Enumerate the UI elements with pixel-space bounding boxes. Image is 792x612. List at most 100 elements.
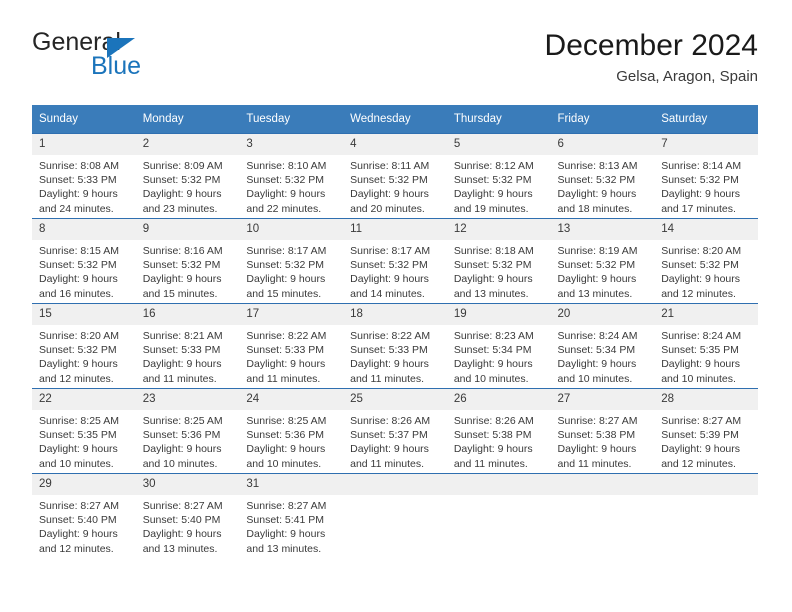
sunrise-text: Sunrise: 8:27 AM	[39, 500, 119, 512]
calendar-day-cell[interactable]: 7 Sunrise: 8:14 AM Sunset: 5:32 PM Daylight…	[654, 133, 758, 219]
calendar-day-cell[interactable]: 8 Sunrise: 8:15 AM Sunset: 5:32 PM Daylight…	[32, 218, 136, 304]
calendar-day-cell[interactable]: 25 Sunrise: 8:26 AM Sunset: 5:37 PM Dayligh…	[343, 388, 447, 474]
daylight-text-line1: Daylight: 9 hours	[557, 188, 637, 201]
calendar-day-cell[interactable]: 3 Sunrise: 8:10 AM Sunset: 5:32 PM Daylight…	[239, 133, 344, 219]
calendar-day-cell[interactable]: 28 Sunrise: 8:27 AM Sunset: 5:39 PM Dayligh…	[654, 388, 758, 474]
daylight-text-line1: Daylight: 9 hours	[39, 528, 118, 541]
sunset-text: Sunset: 5:33 PM	[246, 344, 325, 357]
calendar-day-cell[interactable]: 18 Sunrise: 8:22 AM Sunset: 5:33 PM Dayligh…	[343, 303, 447, 389]
day-number: 3	[239, 134, 344, 155]
calendar-day-cell[interactable]: 1 Sunrise: 8:08 AM Sunset: 5:33 PM Daylight…	[32, 133, 136, 219]
day-number: 16	[135, 304, 240, 325]
day-number: 29	[32, 474, 136, 495]
calendar-day-cell[interactable]: 6 Sunrise: 8:13 AM Sunset: 5:32 PM Daylight…	[550, 133, 655, 219]
sunrise-text: Sunrise: 8:12 AM	[453, 160, 534, 172]
sunrise-text: Sunrise: 8:27 AM	[142, 500, 223, 512]
day-number: 7	[654, 134, 758, 155]
day-details: Sunrise: 8:25 AM Sunset: 5:35 PM Daylight:…	[32, 410, 136, 471]
sunrise-text: Sunrise: 8:27 AM	[557, 415, 638, 427]
calendar-day-cell[interactable]: 24 Sunrise: 8:25 AM Sunset: 5:36 PM Dayligh…	[239, 388, 344, 474]
daylight-text-line2: and 12 minutes.	[661, 287, 736, 300]
sunrise-text: Sunrise: 8:22 AM	[246, 330, 327, 342]
daylight-text-line1: Daylight: 9 hours	[453, 273, 533, 286]
sunset-text: Sunset: 5:36 PM	[246, 429, 325, 442]
sunrise-text: Sunrise: 8:17 AM	[350, 245, 431, 257]
day-number	[550, 474, 655, 495]
calendar-day-cell[interactable]: 4 Sunrise: 8:11 AM Sunset: 5:32 PM Daylight…	[343, 133, 447, 219]
weekday-header-wednesday: Wednesday	[343, 105, 447, 134]
day-details: Sunrise: 8:27 AM Sunset: 5:41 PM Daylight:…	[239, 495, 343, 556]
daylight-text-line2: and 22 minutes.	[246, 202, 322, 215]
day-details: Sunrise: 8:23 AM Sunset: 5:34 PM Daylight:…	[447, 325, 551, 386]
daylight-text-line2: and 13 minutes.	[453, 287, 529, 300]
daylight-text-line2: and 10 minutes.	[453, 372, 529, 385]
day-number: 31	[239, 474, 344, 495]
calendar-day-cell[interactable]: 31 Sunrise: 8:27 AM Sunset: 5:41 PM Dayligh…	[239, 473, 344, 558]
day-details	[343, 495, 447, 499]
daylight-text-line1: Daylight: 9 hours	[350, 443, 429, 456]
day-details: Sunrise: 8:13 AM Sunset: 5:32 PM Daylight:…	[551, 155, 655, 216]
day-details: Sunrise: 8:21 AM Sunset: 5:33 PM Daylight:…	[136, 325, 240, 386]
calendar-day-cell[interactable]: 23 Sunrise: 8:25 AM Sunset: 5:36 PM Dayligh…	[135, 388, 240, 474]
daylight-text-line2: and 15 minutes.	[142, 287, 218, 300]
calendar-day-cell[interactable]: 10 Sunrise: 8:17 AM Sunset: 5:32 PM Dayligh…	[239, 218, 344, 304]
day-details: Sunrise: 8:14 AM Sunset: 5:32 PM Daylight:…	[654, 155, 758, 216]
calendar-day-cell[interactable]: 16 Sunrise: 8:21 AM Sunset: 5:33 PM Dayligh…	[135, 303, 240, 389]
day-number: 15	[32, 304, 136, 325]
day-number: 24	[239, 389, 344, 410]
brand-logo[interactable]: General Blue	[32, 28, 262, 88]
calendar-day-cell[interactable]: 26 Sunrise: 8:26 AM Sunset: 5:38 PM Dayligh…	[446, 388, 551, 474]
calendar-day-cell[interactable]: 13 Sunrise: 8:19 AM Sunset: 5:32 PM Dayligh…	[550, 218, 655, 304]
day-details: Sunrise: 8:27 AM Sunset: 5:38 PM Daylight:…	[551, 410, 655, 471]
calendar-day-cell[interactable]: 9 Sunrise: 8:16 AM Sunset: 5:32 PM Daylight…	[135, 218, 240, 304]
daylight-text-line2: and 11 minutes.	[350, 457, 425, 470]
calendar-day-cell[interactable]: 19 Sunrise: 8:23 AM Sunset: 5:34 PM Dayligh…	[446, 303, 551, 389]
sunrise-text: Sunrise: 8:11 AM	[350, 160, 430, 172]
sunset-text: Sunset: 5:32 PM	[350, 259, 428, 272]
day-number: 11	[343, 219, 447, 240]
daylight-text-line1: Daylight: 9 hours	[453, 188, 533, 201]
weekday-header-thursday: Thursday	[446, 105, 551, 134]
day-number: 12	[446, 219, 551, 240]
weekday-header-sunday: Sunday	[32, 105, 136, 134]
calendar-day-cell[interactable]: 5 Sunrise: 8:12 AM Sunset: 5:32 PM Daylight…	[446, 133, 551, 219]
daylight-text-line2: and 10 minutes.	[39, 457, 114, 470]
day-details: Sunrise: 8:19 AM Sunset: 5:32 PM Daylight:…	[551, 240, 655, 301]
calendar-day-cell[interactable]: 14 Sunrise: 8:20 AM Sunset: 5:32 PM Dayligh…	[654, 218, 758, 304]
day-details: Sunrise: 8:22 AM Sunset: 5:33 PM Daylight:…	[239, 325, 343, 386]
day-number: 10	[239, 219, 344, 240]
calendar-day-cell[interactable]: 30 Sunrise: 8:27 AM Sunset: 5:40 PM Dayligh…	[135, 473, 240, 558]
calendar-day-cell[interactable]: 20 Sunrise: 8:24 AM Sunset: 5:34 PM Dayligh…	[550, 303, 655, 389]
calendar-day-cell[interactable]: 11 Sunrise: 8:17 AM Sunset: 5:32 PM Dayligh…	[343, 218, 447, 304]
calendar-day-cell[interactable]: 22 Sunrise: 8:25 AM Sunset: 5:35 PM Dayligh…	[32, 388, 136, 474]
sunset-text: Sunset: 5:32 PM	[453, 174, 532, 187]
calendar-day-cell[interactable]: 17 Sunrise: 8:22 AM Sunset: 5:33 PM Dayligh…	[239, 303, 344, 389]
calendar-day-cell[interactable]: 27 Sunrise: 8:27 AM Sunset: 5:38 PM Dayligh…	[550, 388, 655, 474]
calendar-day-cell[interactable]: 21 Sunrise: 8:24 AM Sunset: 5:35 PM Dayligh…	[654, 303, 758, 389]
daylight-text-line2: and 11 minutes.	[557, 457, 632, 470]
day-number: 8	[32, 219, 136, 240]
daylight-text-line2: and 13 minutes.	[246, 542, 322, 555]
sunset-text: Sunset: 5:32 PM	[661, 259, 739, 272]
daylight-text-line1: Daylight: 9 hours	[142, 188, 222, 201]
brand-name-blue: Blue	[91, 52, 142, 80]
daylight-text-line1: Daylight: 9 hours	[246, 188, 326, 201]
day-details	[551, 495, 655, 499]
sunrise-text: Sunrise: 8:08 AM	[39, 160, 119, 172]
daylight-text-line2: and 23 minutes.	[142, 202, 218, 215]
calendar-day-cell[interactable]: 29 Sunrise: 8:27 AM Sunset: 5:40 PM Dayligh…	[32, 473, 136, 558]
sunrise-text: Sunrise: 8:20 AM	[661, 245, 742, 257]
day-details: Sunrise: 8:20 AM Sunset: 5:32 PM Daylight:…	[32, 325, 136, 386]
daylight-text-line1: Daylight: 9 hours	[350, 273, 429, 286]
sunset-text: Sunset: 5:32 PM	[246, 259, 325, 272]
daylight-text-line2: and 24 minutes.	[39, 202, 114, 215]
daylight-text-line2: and 11 minutes.	[350, 372, 425, 385]
day-number: 1	[32, 134, 136, 155]
daylight-text-line2: and 17 minutes.	[661, 202, 736, 215]
sunset-text: Sunset: 5:37 PM	[350, 429, 428, 442]
calendar-day-cell[interactable]: 12 Sunrise: 8:18 AM Sunset: 5:32 PM Dayligh…	[446, 218, 551, 304]
calendar-day-cell[interactable]: 2 Sunrise: 8:09 AM Sunset: 5:32 PM Daylight…	[135, 133, 240, 219]
calendar-day-cell[interactable]: 15 Sunrise: 8:20 AM Sunset: 5:32 PM Dayligh…	[32, 303, 136, 389]
sunrise-text: Sunrise: 8:23 AM	[453, 330, 534, 342]
day-details: Sunrise: 8:27 AM Sunset: 5:40 PM Daylight:…	[136, 495, 240, 556]
